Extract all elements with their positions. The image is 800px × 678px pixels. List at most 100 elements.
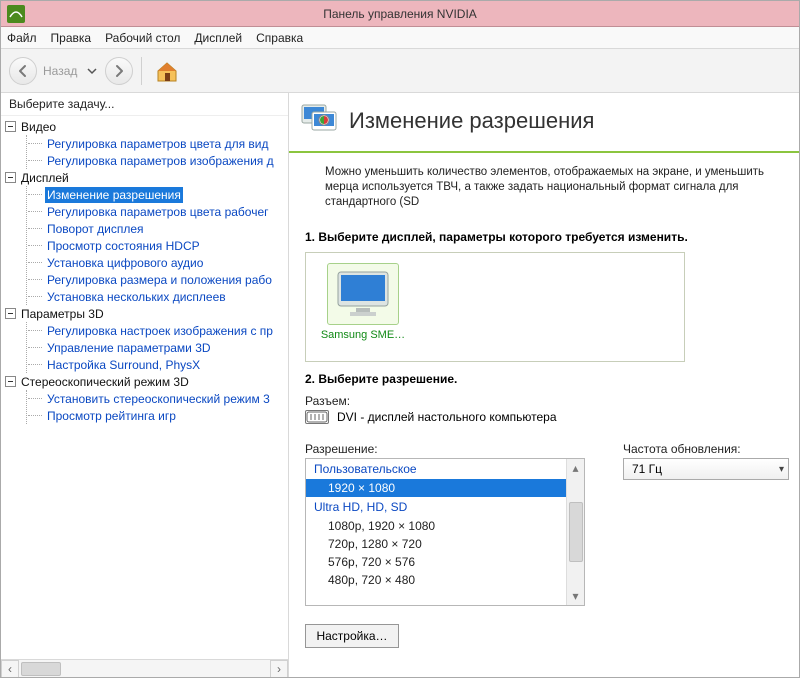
connector-label: Разъем:	[305, 394, 789, 408]
tree-item-link[interactable]: Просмотр состояния HDCP	[45, 238, 202, 254]
tree-item-link[interactable]: Изменение разрешения	[45, 187, 183, 203]
tree-item[interactable]: Поворот дисплея	[45, 220, 286, 237]
sidebar-hscrollbar[interactable]: ‹ ›	[1, 659, 288, 677]
back-history-dropdown[interactable]	[83, 57, 101, 85]
tree-item[interactable]: Установка нескольких дисплеев	[45, 288, 286, 305]
menu-help[interactable]: Справка	[256, 31, 303, 45]
nvidia-logo-icon	[7, 5, 25, 23]
refresh-label: Частота обновления:	[623, 442, 789, 456]
sidebar: Выберите задачу... Видео Регулировка пара…	[1, 93, 289, 677]
tree-expander-icon[interactable]	[5, 121, 16, 132]
display-thumb	[327, 263, 399, 325]
tree-group[interactable]: Стереоскопический режим 3D Установить сте…	[5, 373, 286, 424]
tree-group[interactable]: Параметры 3D Регулировка настроек изображ…	[5, 305, 286, 373]
resolution-option[interactable]: 720p, 1280 × 720	[306, 535, 566, 553]
tree-group-label: Дисплей	[21, 171, 69, 185]
tree-expander-icon[interactable]	[5, 376, 16, 387]
tree-item-link[interactable]: Регулировка параметров цвета для вид	[45, 136, 270, 152]
heading-area: Изменение разрешения	[289, 93, 799, 153]
vscroll-thumb[interactable]	[569, 502, 583, 562]
resolution-block: Разрешение: Пользовательское1920 × 1080U…	[305, 434, 585, 606]
tree-item-link[interactable]: Просмотр рейтинга игр	[45, 408, 178, 424]
window: Панель управления NVIDIA Файл Правка Раб…	[0, 0, 800, 678]
resolution-label: Разрешение:	[305, 442, 585, 456]
tree-item-link[interactable]: Настройка Surround, PhysX	[45, 357, 202, 373]
resolution-group: Пользовательское	[306, 459, 566, 479]
tree-item-link[interactable]: Установка цифрового аудио	[45, 255, 205, 271]
menu-desktop[interactable]: Рабочий стол	[105, 31, 180, 45]
content-panel: Изменение разрешения Можно уменьшить кол…	[289, 93, 799, 677]
page-title: Изменение разрешения	[349, 108, 594, 134]
step2-label: 2. Выберите разрешение.	[305, 372, 789, 386]
back-button[interactable]	[9, 57, 37, 85]
tree-item-link[interactable]: Регулировка параметров изображения д	[45, 153, 276, 169]
client-area: Выберите задачу... Видео Регулировка пара…	[1, 93, 799, 677]
menu-file[interactable]: Файл	[7, 31, 37, 45]
tree-item[interactable]: Регулировка параметров цвета рабочег	[45, 203, 286, 220]
scroll-right-icon[interactable]: ›	[270, 660, 288, 678]
toolbar: Назад	[1, 49, 799, 93]
tree-item[interactable]: Настройка Surround, PhysX	[45, 356, 286, 373]
scroll-thumb[interactable]	[21, 662, 61, 676]
refresh-value: 71 Гц	[632, 462, 662, 476]
dvi-icon	[305, 410, 329, 424]
forward-button[interactable]	[105, 57, 133, 85]
tree-expander-icon[interactable]	[5, 308, 16, 319]
connector-row: DVI - дисплей настольного компьютера	[305, 410, 789, 424]
tree-item[interactable]: Регулировка параметров изображения д	[45, 152, 286, 169]
tree-item[interactable]: Регулировка размера и положения рабо	[45, 271, 286, 288]
tree-group-label: Параметры 3D	[21, 307, 104, 321]
tree-group-label: Стереоскопический режим 3D	[21, 375, 189, 389]
menu-display[interactable]: Дисплей	[194, 31, 242, 45]
two-column-row: Разрешение: Пользовательское1920 × 1080U…	[305, 434, 789, 606]
tree-item[interactable]: Регулировка настроек изображения с пр	[45, 322, 286, 339]
scroll-down-icon[interactable]: ▾	[567, 587, 584, 605]
tree-item[interactable]: Просмотр состояния HDCP	[45, 237, 286, 254]
scroll-track[interactable]	[19, 662, 270, 676]
customize-button-label: Настройка…	[316, 629, 387, 643]
tree-item-link[interactable]: Установить стереоскопический режим 3	[45, 391, 272, 407]
content-body: 1. Выберите дисплей, параметры которого …	[289, 220, 799, 658]
tree-item[interactable]: Установка цифрового аудио	[45, 254, 286, 271]
display-item[interactable]: Samsung SME…	[318, 263, 408, 341]
tree-item-link[interactable]: Регулировка параметров цвета рабочег	[45, 204, 271, 220]
task-tree[interactable]: Видео Регулировка параметров цвета для ви…	[1, 116, 288, 659]
tree-group-label: Видео	[21, 120, 56, 134]
tree-item[interactable]: Установить стереоскопический режим 3	[45, 390, 286, 407]
refresh-block: Частота обновления: 71 Гц ▾	[623, 434, 789, 480]
tree-item[interactable]: Управление параметрами 3D	[45, 339, 286, 356]
tree-item[interactable]: Изменение разрешения	[45, 186, 286, 203]
tree-item[interactable]: Просмотр рейтинга игр	[45, 407, 286, 424]
tree-item-link[interactable]: Регулировка размера и положения рабо	[45, 272, 274, 288]
scroll-left-icon[interactable]: ‹	[1, 660, 19, 678]
back-label: Назад	[43, 64, 77, 78]
tree-expander-icon[interactable]	[5, 172, 16, 183]
tree-item[interactable]: Регулировка параметров цвета для вид	[45, 135, 286, 152]
resolution-option[interactable]: 1080p, 1920 × 1080	[306, 517, 566, 535]
refresh-select[interactable]: 71 Гц ▾	[623, 458, 789, 480]
tree-item-link[interactable]: Поворот дисплея	[45, 221, 146, 237]
tree-item-link[interactable]: Управление параметрами 3D	[45, 340, 213, 356]
home-button[interactable]	[150, 57, 184, 85]
sidebar-title: Выберите задачу...	[1, 93, 288, 116]
customize-button[interactable]: Настройка…	[305, 624, 399, 648]
scroll-up-icon[interactable]: ▴	[567, 459, 584, 477]
resolution-list[interactable]: Пользовательское1920 × 1080Ultra HD, HD,…	[305, 458, 585, 606]
menu-edit[interactable]: Правка	[51, 31, 92, 45]
resolution-option[interactable]: 480p, 720 × 480	[306, 571, 566, 589]
step1-label: 1. Выберите дисплей, параметры которого …	[305, 230, 789, 244]
titlebar: Панель управления NVIDIA	[1, 1, 799, 27]
display-picker: Samsung SME…	[305, 252, 685, 362]
tree-group[interactable]: Дисплей Изменение разрешенияРегулировка п…	[5, 169, 286, 305]
page-description: Можно уменьшить количество элементов, от…	[289, 153, 799, 220]
tree-group[interactable]: Видео Регулировка параметров цвета для ви…	[5, 118, 286, 169]
tree-item-link[interactable]: Установка нескольких дисплеев	[45, 289, 228, 305]
resolution-option[interactable]: 576p, 720 × 576	[306, 553, 566, 571]
display-name: Samsung SME…	[318, 329, 408, 341]
window-title: Панель управления NVIDIA	[323, 7, 477, 21]
chevron-down-icon: ▾	[779, 464, 784, 475]
resolution-vscrollbar[interactable]: ▴ ▾	[566, 459, 584, 605]
resolution-group: Ultra HD, HD, SD	[306, 497, 566, 517]
resolution-option[interactable]: 1920 × 1080	[306, 479, 566, 497]
tree-item-link[interactable]: Регулировка настроек изображения с пр	[45, 323, 275, 339]
